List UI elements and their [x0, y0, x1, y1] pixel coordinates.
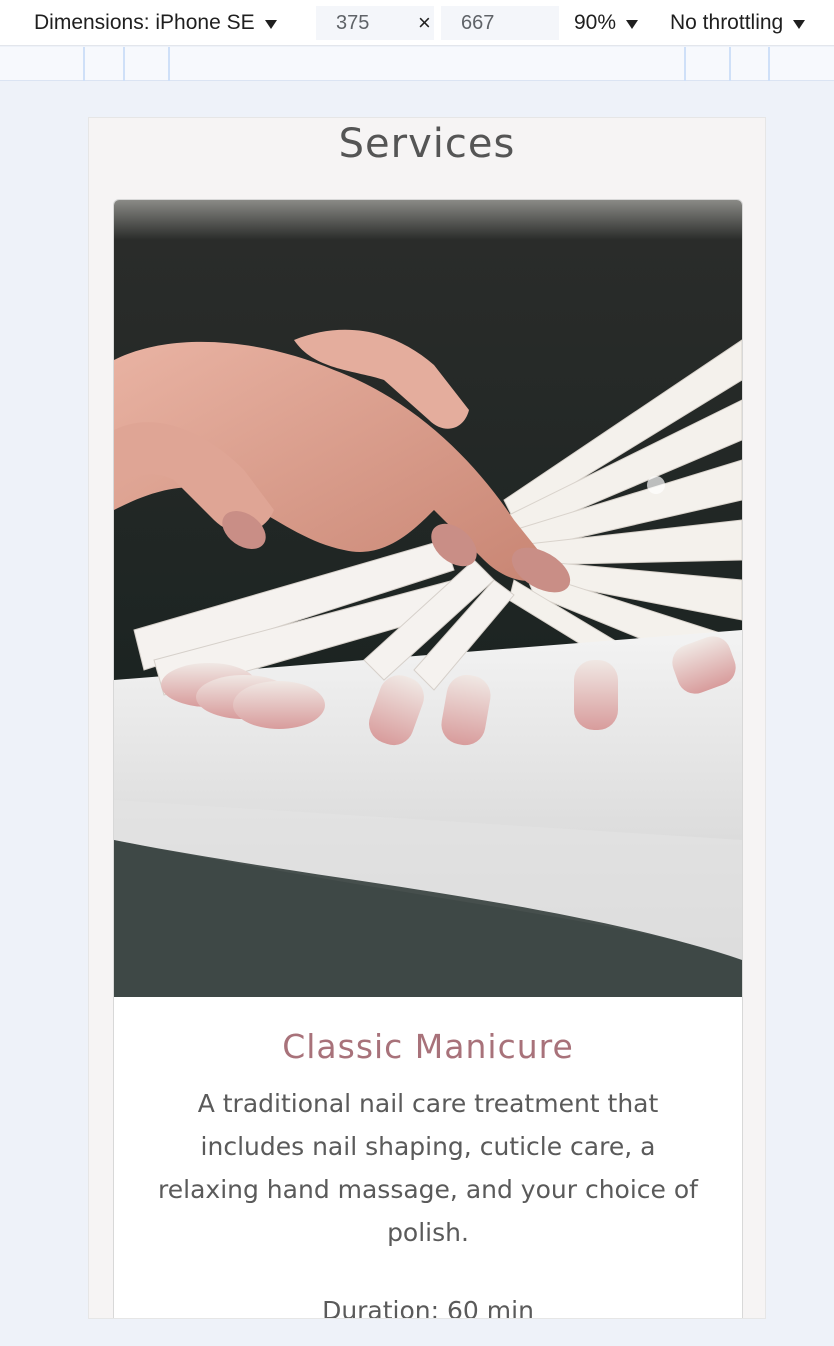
dimensions-label: Dimensions: iPhone SE — [34, 11, 255, 34]
device-viewport[interactable]: Services Classic Manicure A traditional … — [88, 117, 766, 1319]
zoom-label: 90% — [574, 11, 617, 34]
ruler-tick[interactable] — [768, 47, 770, 81]
section-title: Services — [338, 121, 516, 167]
chevron-down-icon — [626, 20, 639, 29]
zoom-dropdown[interactable]: 90% — [574, 0, 639, 46]
ruler-tick[interactable] — [684, 47, 686, 81]
service-description: A traditional nail care treatment that i… — [158, 1089, 698, 1247]
throttling-dropdown[interactable]: No throttling — [670, 0, 806, 46]
dimensions-dropdown[interactable]: Dimensions: iPhone SE — [34, 0, 277, 46]
ruler-tick[interactable] — [729, 47, 731, 81]
ruler-tick[interactable] — [83, 47, 85, 81]
nail-swatches-photo — [114, 200, 742, 997]
device-toolbar: Dimensions: iPhone SE × 90% No throttlin… — [0, 0, 834, 46]
ruler-tick[interactable] — [123, 47, 125, 81]
media-query-ruler[interactable] — [0, 47, 834, 81]
chevron-down-icon — [793, 20, 806, 29]
height-input[interactable] — [441, 6, 559, 40]
width-input[interactable] — [316, 6, 434, 40]
throttling-label: No throttling — [670, 11, 784, 34]
ruler-tick[interactable] — [168, 47, 170, 81]
card-body: Classic Manicure A traditional nail care… — [114, 1027, 742, 1319]
service-title: Classic Manicure — [282, 1027, 574, 1066]
service-card[interactable]: Classic Manicure A traditional nail care… — [113, 199, 743, 1319]
chevron-down-icon — [264, 20, 277, 29]
times-symbol: × — [418, 10, 431, 35]
service-duration: Duration: 60 min — [322, 1296, 534, 1319]
